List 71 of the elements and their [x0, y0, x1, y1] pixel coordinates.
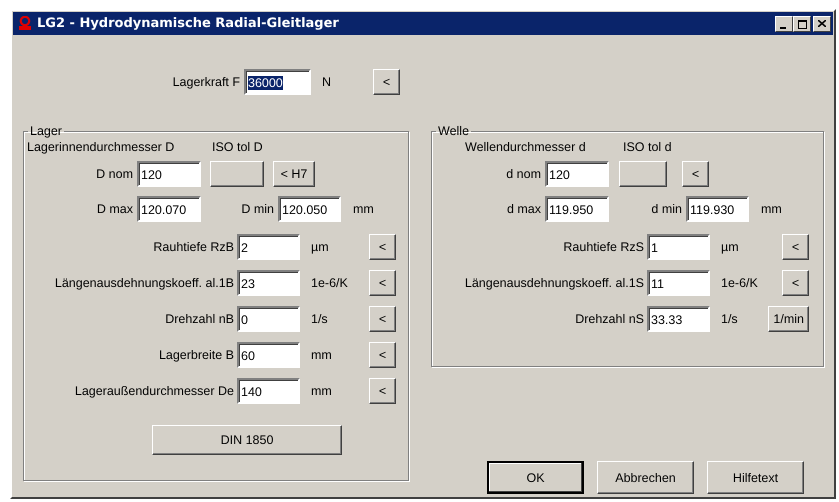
- input-field[interactable]: 120.070: [137, 196, 201, 222]
- reset-button[interactable]: <: [782, 234, 809, 260]
- input-field[interactable]: 120: [137, 161, 201, 187]
- field-label: d max: [506, 202, 541, 216]
- unit-label: µm: [721, 240, 739, 254]
- field-label: d min: [650, 202, 682, 216]
- maximize-button[interactable]: [793, 16, 811, 32]
- unit-label: µm: [311, 240, 329, 254]
- input-field[interactable]: 1: [647, 234, 710, 260]
- input-field[interactable]: 120.050: [278, 196, 341, 222]
- input-field[interactable]: 60: [237, 342, 300, 368]
- unit-label: 1e-6/K: [721, 276, 758, 290]
- group-title: Lager: [29, 124, 63, 138]
- input-field[interactable]: 2: [237, 234, 300, 260]
- dialog-button[interactable]: Abbrechen: [597, 461, 694, 494]
- field-label: Drehzahl nB: [164, 312, 234, 326]
- reset-button[interactable]: <: [369, 342, 396, 368]
- unit-label: 1/s: [311, 312, 328, 326]
- unit-label: mm: [761, 202, 782, 216]
- field-label: Längenausdehnungskoeff. al.1B: [54, 276, 234, 290]
- input-field[interactable]: 11: [647, 270, 710, 296]
- input-field[interactable]: 119.930: [686, 196, 749, 222]
- unit-label: 1e-6/K: [311, 276, 348, 290]
- field-label: Lagerkraft F: [172, 75, 240, 89]
- reset-button[interactable]: <: [782, 270, 809, 296]
- input-field[interactable]: 33.33: [647, 306, 710, 332]
- input-field[interactable]: 0: [237, 306, 300, 332]
- unit-label: N: [322, 75, 332, 89]
- tolerance-button[interactable]: < H7: [273, 161, 315, 187]
- field-label: Lagerbreite B: [158, 348, 234, 362]
- input-field[interactable]: 119.950: [545, 196, 609, 222]
- input-field[interactable]: 36000: [244, 69, 311, 95]
- reset-button[interactable]: 1/min: [768, 306, 809, 332]
- field-label: d nom: [505, 167, 541, 181]
- tolerance-button[interactable]: <: [682, 161, 709, 187]
- close-button[interactable]: [813, 16, 831, 32]
- unit-label: mm: [353, 202, 374, 216]
- standard-button[interactable]: DIN 1850: [152, 425, 342, 455]
- section-heading: ISO tol d: [623, 140, 672, 154]
- section-heading: ISO tol D: [212, 140, 263, 154]
- dialog-button[interactable]: Hilfetext: [707, 461, 804, 494]
- reset-button[interactable]: <: [373, 69, 400, 95]
- field-label: D min: [240, 202, 274, 216]
- tolerance-button[interactable]: [210, 161, 264, 187]
- reset-button[interactable]: <: [369, 306, 396, 332]
- maximize-icon: [798, 20, 806, 28]
- close-icon: [818, 20, 826, 27]
- input-field[interactable]: 120: [545, 161, 609, 187]
- field-label: D nom: [95, 167, 133, 181]
- tolerance-button[interactable]: [619, 161, 667, 187]
- section-heading: Wellendurchmesser d: [465, 140, 587, 154]
- window-title: LG2 - Hydrodynamische Radial-Gleitlager: [37, 16, 340, 31]
- group-title: Welle: [437, 124, 470, 138]
- field-label: Drehzahl nS: [574, 312, 644, 326]
- section-heading: Lagerinnendurchmesser D: [27, 140, 176, 154]
- field-label: D max: [96, 202, 133, 216]
- field-label: Rauhtiefe RzB: [152, 240, 234, 254]
- unit-label: 1/s: [721, 312, 738, 326]
- minimize-button[interactable]: [775, 16, 793, 32]
- unit-label: mm: [311, 348, 332, 362]
- input-field[interactable]: 23: [237, 270, 300, 296]
- field-label: Lageraußendurchmesser De: [74, 384, 234, 398]
- reset-button[interactable]: <: [369, 378, 396, 404]
- unit-label: mm: [311, 384, 332, 398]
- input-field[interactable]: 140: [237, 378, 300, 404]
- field-label: Rauhtiefe RzS: [562, 240, 644, 254]
- field-label: Längenausdehnungskoeff. al.1S: [464, 276, 644, 290]
- reset-button[interactable]: <: [369, 234, 396, 260]
- dialog-button[interactable]: OK: [487, 461, 584, 494]
- app-icon: [18, 16, 32, 31]
- reset-button[interactable]: <: [369, 270, 396, 296]
